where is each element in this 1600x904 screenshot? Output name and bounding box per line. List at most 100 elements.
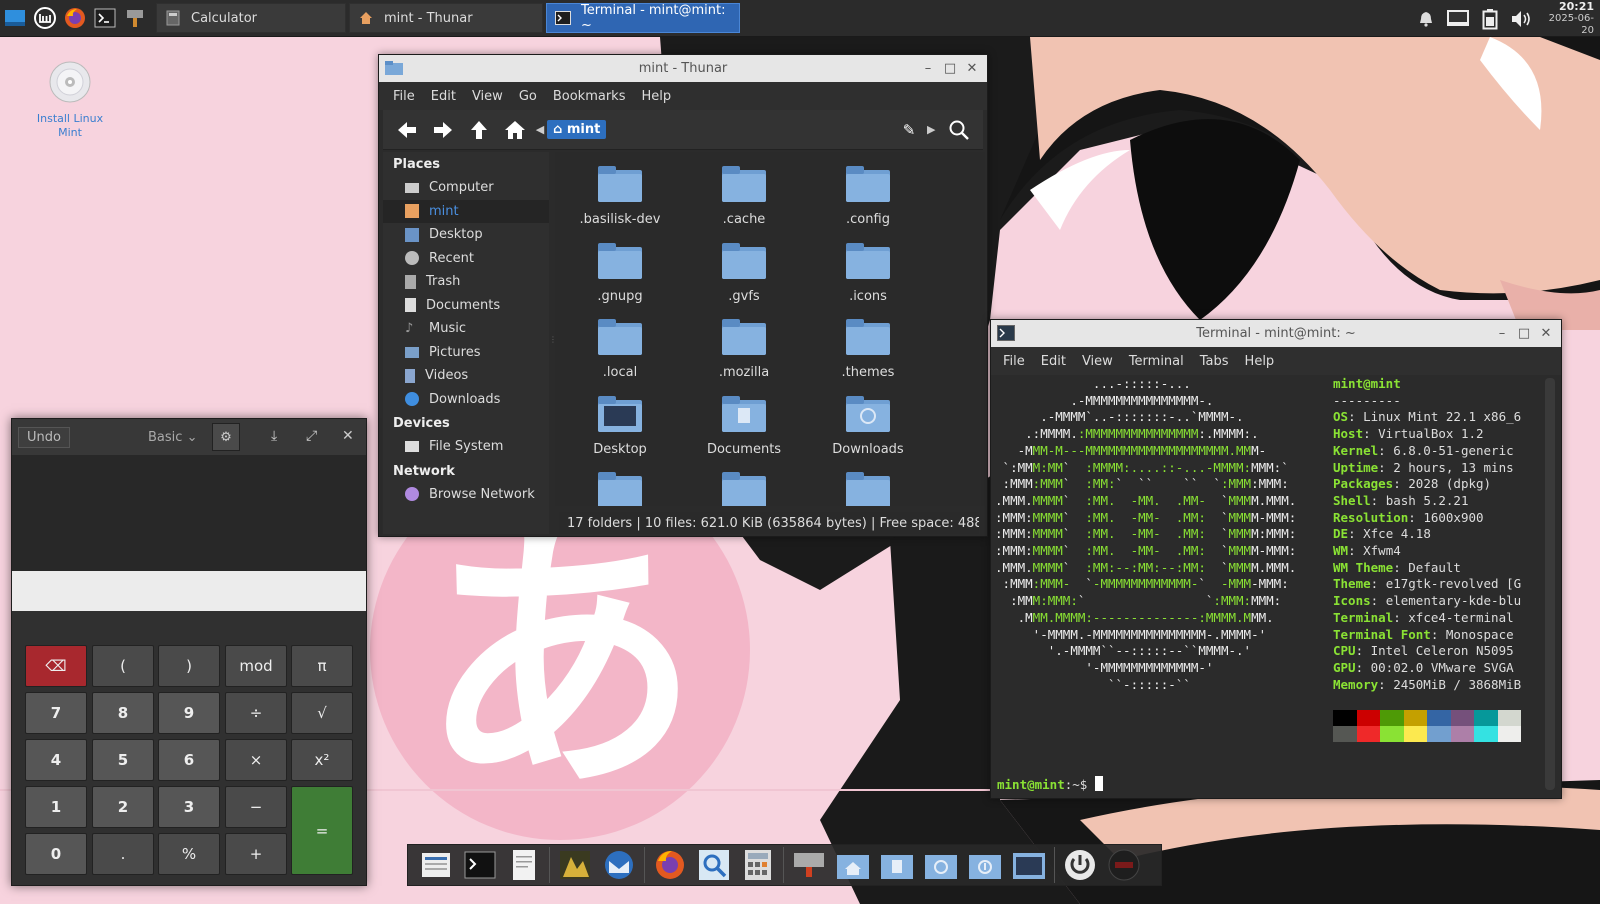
search-button[interactable]: [941, 112, 977, 148]
dock-item-text-editor[interactable]: [504, 846, 544, 884]
decimal-button[interactable]: .: [92, 833, 154, 875]
file-item[interactable]: Desktop: [565, 394, 675, 457]
mint-menu-button[interactable]: [30, 0, 60, 37]
pane-resize-handle[interactable]: ⋮: [549, 335, 557, 345]
volume-button[interactable]: [1506, 0, 1538, 37]
open-paren-button[interactable]: (: [92, 645, 154, 687]
sidebar-item-documents[interactable]: Documents: [383, 294, 549, 318]
dock-item-terminal[interactable]: [460, 846, 500, 884]
key-2[interactable]: 2: [92, 786, 154, 828]
file-item-partial[interactable]: [689, 470, 799, 506]
file-item[interactable]: .themes: [813, 317, 923, 380]
file-item[interactable]: .gnupg: [565, 241, 675, 304]
dock-item-downloads-folder[interactable]: [965, 846, 1005, 884]
dock-item-thunderbird[interactable]: [599, 846, 639, 884]
desktop-icon-install[interactable]: Install Linux Mint: [30, 60, 110, 140]
menu-help[interactable]: Help: [1237, 354, 1283, 369]
file-item[interactable]: .gvfs: [689, 241, 799, 304]
close-paren-button[interactable]: ): [158, 645, 220, 687]
file-item[interactable]: Downloads: [813, 394, 923, 457]
sidebar-item-computer[interactable]: Computer: [383, 176, 549, 200]
task-calculator[interactable]: Calculator: [156, 3, 346, 33]
dock-item-documents-folder[interactable]: [877, 846, 917, 884]
file-item[interactable]: .local: [565, 317, 675, 380]
menu-file[interactable]: File: [995, 354, 1033, 369]
display-button[interactable]: [1442, 0, 1474, 37]
sidebar-item-desktop[interactable]: Desktop: [383, 223, 549, 247]
sidebar-item-browse-network[interactable]: Browse Network: [383, 483, 549, 507]
dock-item-task-manager[interactable]: [416, 846, 456, 884]
terminal-titlebar[interactable]: Terminal - mint@mint: ~ – □ ✕: [991, 320, 1561, 347]
home-button[interactable]: [497, 112, 533, 148]
sidebar-item-trash[interactable]: Trash: [383, 270, 549, 294]
dock-item-image-viewer[interactable]: [555, 846, 595, 884]
forward-button[interactable]: [425, 112, 461, 148]
key-3[interactable]: 3: [158, 786, 220, 828]
path-button-mint[interactable]: ⌂ mint: [547, 120, 607, 139]
mod-button[interactable]: mod: [225, 645, 287, 687]
path-scroll-right-icon[interactable]: ▶: [927, 123, 941, 136]
close-icon[interactable]: ✕: [342, 428, 354, 444]
expand-icon[interactable]: ⤢: [306, 428, 317, 444]
path-scroll-left-icon[interactable]: ◀: [533, 123, 547, 136]
sidebar-item-recent[interactable]: Recent: [383, 247, 549, 271]
close-button[interactable]: ✕: [961, 61, 983, 76]
multiply-button[interactable]: ×: [225, 739, 287, 781]
sidebar-item-videos[interactable]: Videos: [383, 364, 549, 388]
key-1[interactable]: 1: [25, 786, 87, 828]
menu-bookmarks[interactable]: Bookmarks: [545, 89, 634, 104]
file-item-partial[interactable]: [565, 470, 675, 506]
scrollbar[interactable]: [1545, 378, 1555, 790]
menu-edit[interactable]: Edit: [1033, 354, 1074, 369]
key-8[interactable]: 8: [92, 692, 154, 734]
key-5[interactable]: 5: [92, 739, 154, 781]
file-item[interactable]: .cache: [689, 164, 799, 227]
up-button[interactable]: [461, 112, 497, 148]
sidebar-item-music[interactable]: ♪ Music: [383, 317, 549, 341]
file-item[interactable]: .icons: [813, 241, 923, 304]
menu-view[interactable]: View: [1074, 354, 1121, 369]
key-4[interactable]: 4: [25, 739, 87, 781]
dock-item-desktop-folder[interactable]: [1009, 846, 1049, 884]
download-icon[interactable]: ⤓: [271, 428, 277, 444]
calculator-input[interactable]: [12, 571, 366, 611]
show-desktop-button[interactable]: [0, 0, 30, 37]
sidebar-item-mint[interactable]: mint: [383, 199, 549, 223]
dock-item-calculator[interactable]: [738, 846, 778, 884]
file-item[interactable]: .basilisk-dev: [565, 164, 675, 227]
key-9[interactable]: 9: [158, 692, 220, 734]
plus-button[interactable]: +: [225, 833, 287, 875]
square-button[interactable]: x²: [291, 739, 353, 781]
firefox-launcher[interactable]: [60, 0, 90, 37]
menu-help[interactable]: Help: [633, 89, 679, 104]
menu-terminal[interactable]: Terminal: [1121, 354, 1192, 369]
menu-go[interactable]: Go: [511, 89, 545, 104]
dock-item-firefox[interactable]: [650, 846, 690, 884]
task-terminal[interactable]: Terminal - mint@mint: ~: [546, 3, 740, 33]
terminal-launcher[interactable]: [90, 0, 120, 37]
equals-button[interactable]: =: [291, 786, 353, 875]
undo-button[interactable]: Undo: [18, 426, 70, 448]
file-item[interactable]: Documents: [689, 394, 799, 457]
minimize-button[interactable]: –: [917, 61, 939, 76]
terminal-output[interactable]: ...-:::::-... .-MMMMMMMMMMMMMMM-. .-MMMM…: [995, 376, 1543, 796]
edit-location-button[interactable]: ✎: [891, 112, 927, 148]
file-item-partial[interactable]: [813, 470, 923, 506]
dock-item-mint-logo[interactable]: [1104, 846, 1144, 884]
dock-item-settings-manager[interactable]: [789, 846, 829, 884]
thunar-titlebar[interactable]: mint - Thunar – □ ✕: [379, 55, 987, 82]
app-finder-launcher[interactable]: [120, 0, 150, 37]
key-7[interactable]: 7: [25, 692, 87, 734]
dock-item-home-folder[interactable]: [833, 846, 873, 884]
dock-item-power[interactable]: [1060, 846, 1100, 884]
mode-select[interactable]: Basic ⌄: [148, 430, 197, 445]
key-6[interactable]: 6: [158, 739, 220, 781]
calculator-header[interactable]: Undo Basic ⌄ ⚙ ⤓ ⤢ ✕: [12, 419, 366, 455]
close-button[interactable]: ✕: [1535, 326, 1557, 341]
file-item[interactable]: .config: [813, 164, 923, 227]
back-button[interactable]: [389, 112, 425, 148]
sidebar-item-pictures[interactable]: Pictures: [383, 341, 549, 365]
sqrt-button[interactable]: √: [291, 692, 353, 734]
percent-button[interactable]: %: [158, 833, 220, 875]
minus-button[interactable]: −: [225, 786, 287, 828]
